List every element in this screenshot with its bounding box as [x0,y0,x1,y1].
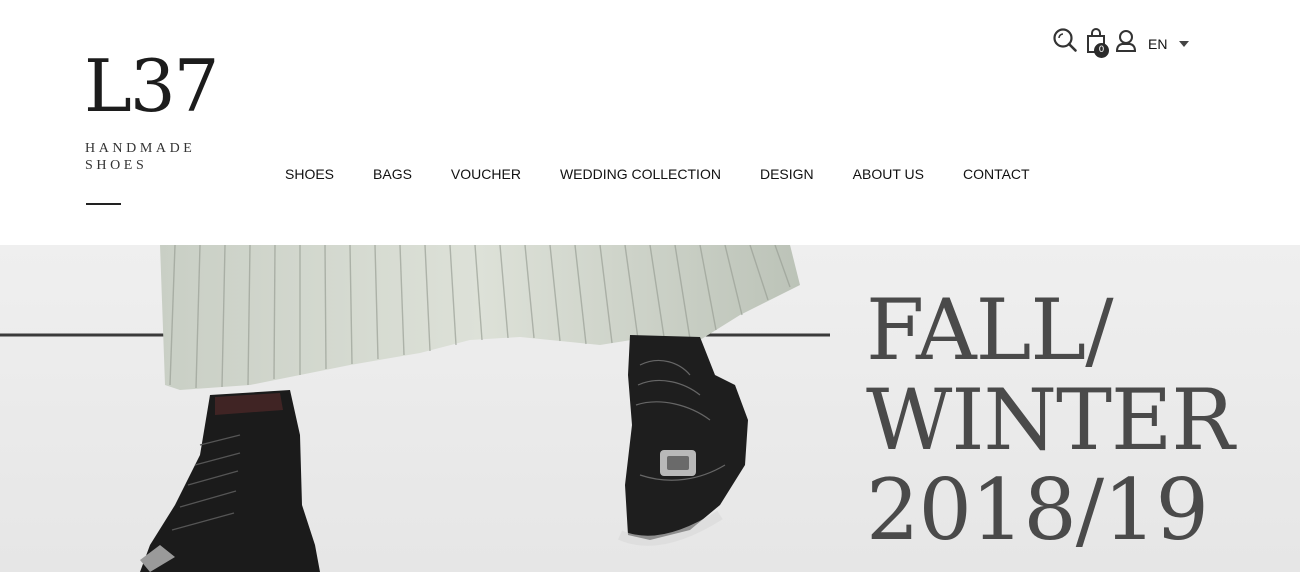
language-label: EN [1148,36,1168,52]
page: L37 HANDMADE SHOES SHOES BAGS VOUCHER WE… [0,0,1300,572]
logo-tagline: HANDMADE SHOES [85,140,195,174]
hero-headline: FALL/ WINTER 2018/19 [866,285,1286,555]
hero-headline-line3: 2018/19 [866,461,1209,559]
logo-tagline-line2: SHOES [85,158,148,173]
nav-item-about-us[interactable]: ABOUT US [853,165,924,183]
logo-tagline-line1: HANDMADE [85,141,196,156]
user-icon[interactable] [1114,26,1140,56]
brand-logo[interactable]: L37 HANDMADE SHOES [84,50,224,210]
nav-item-bags[interactable]: BAGS [373,165,412,183]
chevron-down-icon [1179,41,1190,47]
language-selector[interactable]: EN [1148,36,1190,52]
hero-headline-line2: WINTER [866,371,1235,469]
nav-item-design[interactable]: DESIGN [760,165,814,183]
main-navigation: SHOES BAGS VOUCHER WEDDING COLLECTION DE… [285,165,1069,183]
nav-item-wedding-collection[interactable]: WEDDING COLLECTION [560,165,721,183]
logo-mark: L37 [84,44,219,128]
nav-item-shoes[interactable]: SHOES [285,165,334,183]
nav-item-contact[interactable]: CONTACT [963,165,1030,183]
hero-headline-line1: FALL/ [866,281,1114,379]
logo-underline [86,203,121,205]
nav-item-voucher[interactable]: VOUCHER [451,165,521,183]
site-header: L37 HANDMADE SHOES SHOES BAGS VOUCHER WE… [0,0,1300,245]
cart-count-badge: 0 [1094,43,1109,58]
search-icon[interactable] [1052,26,1078,56]
hero-banner[interactable]: FALL/ WINTER 2018/19 [0,245,1300,572]
